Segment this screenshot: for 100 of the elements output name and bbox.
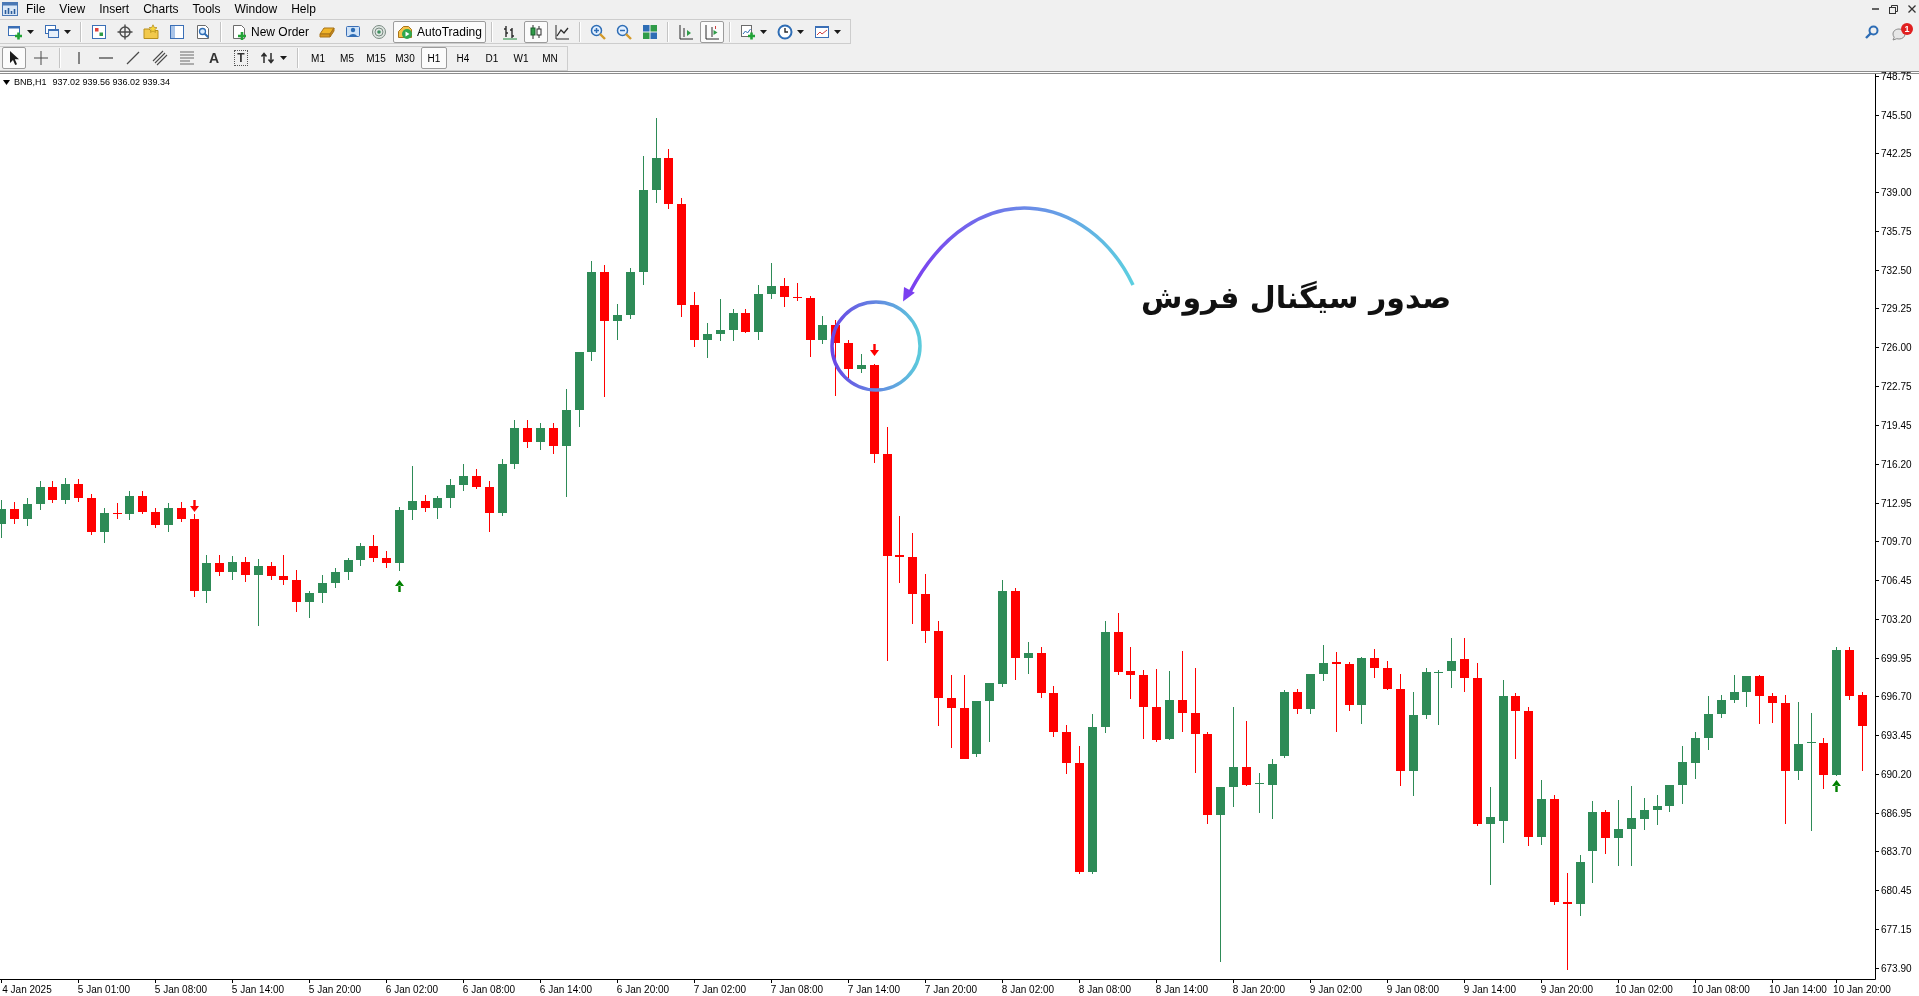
restore-icon[interactable] bbox=[1889, 4, 1898, 14]
price-label: 739.00 bbox=[1881, 187, 1912, 198]
candlestick bbox=[1730, 674, 1739, 704]
candlestick bbox=[382, 550, 391, 569]
timeframe-tab[interactable]: D1 bbox=[479, 47, 505, 69]
candlestick bbox=[1819, 737, 1828, 790]
menu-item[interactable]: Window bbox=[227, 1, 285, 17]
candlestick bbox=[279, 554, 288, 586]
time-label: 5 Jan 20:00 bbox=[308, 984, 362, 995]
time-label: 6 Jan 20:00 bbox=[616, 984, 670, 995]
down-arrow-marker bbox=[190, 500, 199, 512]
new-order-button[interactable]: New Order bbox=[227, 20, 313, 43]
candlestick bbox=[87, 493, 96, 536]
caret-icon[interactable] bbox=[3, 79, 10, 85]
auto-scroll-button[interactable] bbox=[699, 20, 724, 43]
price-label: 703.20 bbox=[1881, 614, 1912, 625]
candlestick bbox=[1280, 689, 1289, 759]
text-label-button[interactable]: T bbox=[229, 47, 253, 69]
time-label: 9 Jan 02:00 bbox=[1309, 984, 1363, 995]
candlestick bbox=[100, 507, 109, 544]
panel-window-icon bbox=[169, 23, 185, 40]
menu-item[interactable]: Charts bbox=[136, 1, 186, 17]
candlestick bbox=[690, 291, 699, 348]
timeframe-tab[interactable]: M1 bbox=[305, 47, 331, 69]
candlestick bbox=[1255, 772, 1264, 814]
chart-window-icon[interactable] bbox=[2, 2, 18, 16]
candlestick bbox=[305, 590, 314, 619]
time-label: 7 Jan 02:00 bbox=[693, 984, 747, 995]
price-label: 699.95 bbox=[1881, 653, 1912, 664]
candlestick bbox=[1576, 854, 1585, 917]
candlestick bbox=[523, 419, 532, 449]
candlestick bbox=[1242, 720, 1251, 787]
time-label: 5 Jan 14:00 bbox=[231, 984, 285, 995]
price-label: 729.25 bbox=[1881, 303, 1912, 314]
vertical-line-icon bbox=[78, 52, 80, 64]
candlestick bbox=[1755, 674, 1764, 725]
candlestick bbox=[536, 422, 545, 451]
horizontal-line-icon bbox=[99, 57, 113, 59]
price-label: 712.95 bbox=[1881, 498, 1912, 509]
candlestick bbox=[1511, 692, 1520, 760]
target-icon bbox=[117, 23, 133, 40]
timeframe-tab[interactable]: H4 bbox=[450, 47, 476, 69]
candlestick bbox=[202, 554, 211, 604]
candlestick bbox=[395, 506, 404, 572]
candlestick bbox=[664, 148, 673, 210]
timeframe-tab[interactable]: M5 bbox=[334, 47, 360, 69]
timeframe-tab[interactable]: M30 bbox=[392, 47, 418, 69]
candlestick bbox=[985, 682, 994, 743]
candlestick bbox=[1370, 648, 1379, 679]
candlestick bbox=[716, 298, 725, 342]
candlestick-button[interactable] bbox=[523, 20, 548, 43]
quotes-window-icon bbox=[91, 23, 107, 40]
candlestick bbox=[857, 353, 866, 374]
price-label: 677.15 bbox=[1881, 924, 1912, 935]
menu-item[interactable]: Help bbox=[284, 1, 323, 17]
candlestick bbox=[1114, 612, 1123, 676]
candlestick bbox=[767, 262, 776, 300]
horizontal-lines-icon bbox=[179, 50, 195, 66]
timeframe-tab[interactable]: W1 bbox=[508, 47, 534, 69]
price-label: 742.25 bbox=[1881, 148, 1912, 159]
add-document-icon bbox=[231, 23, 247, 40]
menu-item[interactable]: Tools bbox=[185, 1, 228, 17]
candlestick bbox=[1653, 794, 1662, 826]
search-icon[interactable] bbox=[1865, 24, 1879, 39]
candlestick bbox=[292, 569, 301, 613]
candlestick bbox=[1434, 669, 1443, 726]
candlestick bbox=[1537, 779, 1546, 846]
candlestick bbox=[844, 339, 853, 379]
channel-icon bbox=[152, 50, 168, 66]
down-arrow-marker bbox=[870, 344, 879, 356]
time-label: 5 Jan 01:00 bbox=[77, 984, 131, 995]
radar-icon bbox=[371, 23, 387, 40]
time-label: 6 Jan 02:00 bbox=[385, 984, 439, 995]
candlestick bbox=[1601, 809, 1610, 855]
timeframe-tab[interactable]: H1 bbox=[421, 47, 447, 69]
time-label: 10 Jan 02:00 bbox=[1615, 984, 1673, 995]
text-tool-button[interactable]: A bbox=[202, 47, 226, 69]
close-icon[interactable] bbox=[1908, 5, 1916, 13]
add-chart-icon bbox=[739, 23, 756, 40]
auto-trading-button[interactable]: AutoTrading bbox=[393, 20, 486, 43]
menu-item[interactable]: View bbox=[52, 1, 93, 17]
callout-text: صدور سیگنال فروش bbox=[1141, 279, 1452, 318]
timeframe-tab[interactable]: M15 bbox=[363, 47, 389, 69]
document-search-icon bbox=[195, 23, 211, 40]
candlestick bbox=[1383, 660, 1392, 691]
menu-item[interactable]: File bbox=[19, 1, 53, 17]
clock-icon bbox=[776, 23, 793, 40]
candlestick bbox=[754, 284, 763, 341]
quote-label: 937.02 939.56 936.02 939.34 bbox=[52, 76, 171, 88]
candlestick bbox=[10, 501, 19, 525]
timeframe-tab[interactable]: MN bbox=[537, 47, 563, 69]
cursor-button[interactable] bbox=[2, 47, 26, 69]
menu-item[interactable]: Insert bbox=[92, 1, 137, 17]
candlestick-icon bbox=[527, 23, 544, 40]
time-label: 6 Jan 14:00 bbox=[539, 984, 593, 995]
candlestick bbox=[36, 480, 45, 511]
caret-icon bbox=[833, 29, 841, 34]
candlestick bbox=[485, 480, 494, 533]
candlestick bbox=[818, 315, 827, 345]
caret-icon bbox=[759, 29, 767, 34]
